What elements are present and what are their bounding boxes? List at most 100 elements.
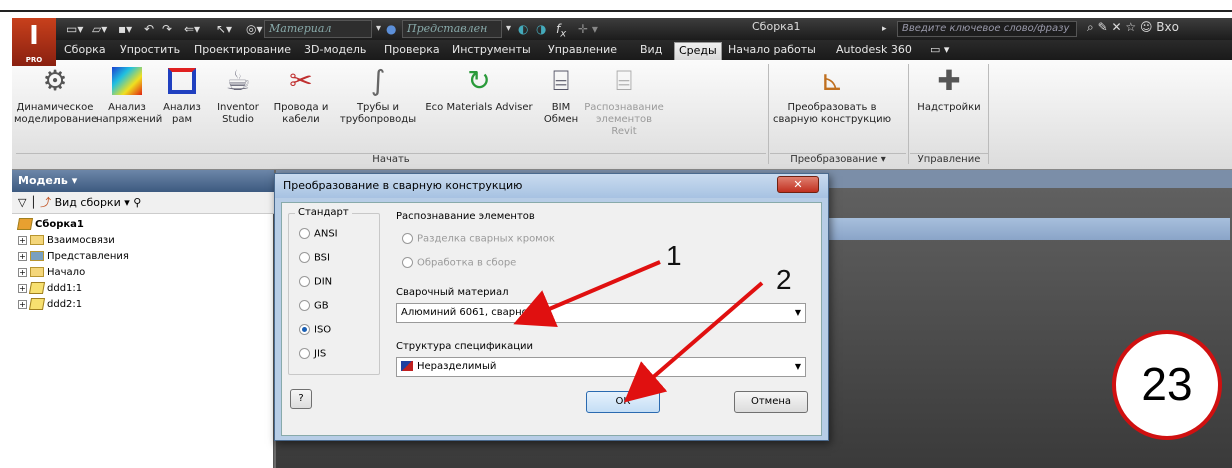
- weld-material-value: Алюминий 6061, сварной: [401, 307, 535, 318]
- eco-materials-button[interactable]: ↻ Eco Materials Adviser: [422, 64, 536, 144]
- subscription-icon[interactable]: ✎: [1098, 20, 1108, 34]
- expand-icon[interactable]: +: [18, 267, 27, 277]
- step-badge: 23: [1112, 330, 1222, 440]
- expand-icon[interactable]: +: [18, 235, 27, 245]
- help-button[interactable]: ?: [290, 389, 312, 409]
- panel-separator: [768, 64, 769, 164]
- tab-tools[interactable]: Инструменты: [448, 42, 535, 60]
- revit-recognition-button[interactable]: ⌸ Распознавание элементов Revit: [584, 64, 664, 144]
- ribbon-panel: ⚙ Динамическое моделирование Анализ напр…: [12, 60, 1232, 170]
- appearance-field[interactable]: Представлен: [402, 20, 502, 38]
- close-icon: ✕: [793, 178, 803, 191]
- cancel-button[interactable]: Отмена: [734, 391, 808, 413]
- radio-ansi[interactable]: ANSI: [299, 228, 338, 240]
- signin-label[interactable]: Вхо: [1156, 20, 1179, 34]
- tab-get-started[interactable]: Начало работы: [724, 42, 820, 60]
- exchange-icon[interactable]: ✕: [1111, 20, 1121, 34]
- browser-header[interactable]: Модель ▾: [12, 170, 274, 192]
- open-icon[interactable]: ▱▾: [92, 21, 107, 37]
- tab-manage[interactable]: Управление: [544, 42, 621, 60]
- radio-edge-prep[interactable]: Разделка сварных кромок: [402, 233, 555, 245]
- material-field[interactable]: Материал: [264, 20, 372, 38]
- undo-icon[interactable]: ↶: [144, 21, 154, 37]
- fx-icon[interactable]: fx: [556, 21, 566, 39]
- appearance-dropdown-icon[interactable]: ▾: [506, 21, 511, 37]
- save-icon[interactable]: ▪▾: [118, 21, 132, 37]
- label-line1: BIM: [551, 102, 571, 113]
- redo-icon[interactable]: ↷: [162, 21, 172, 37]
- expand-icon[interactable]: +: [18, 283, 27, 293]
- material-dropdown-icon[interactable]: ▾: [376, 21, 381, 37]
- convert-to-weldment-button[interactable]: ⊾ Преобразовать в сварную конструкцию: [770, 64, 894, 144]
- weld-material-label: Сварочный материал: [396, 287, 509, 298]
- assembly-icon: [16, 218, 34, 230]
- radio-iso[interactable]: ISO: [299, 324, 331, 336]
- binoculars-icon[interactable]: ⌕: [1087, 20, 1094, 34]
- label-line2: трубопроводы: [339, 114, 417, 125]
- select-icon[interactable]: ↖▾: [216, 21, 232, 37]
- view-selector[interactable]: Вид сборки: [55, 196, 121, 209]
- search-input[interactable]: Введите ключевое слово/фразу: [897, 21, 1077, 37]
- teapot-icon: ☕: [225, 64, 251, 97]
- tab-design[interactable]: Проектирование: [190, 42, 295, 60]
- new-icon[interactable]: ▭▾: [66, 21, 83, 37]
- tab-inspect[interactable]: Проверка: [380, 42, 444, 60]
- tab-autodesk-360[interactable]: Autodesk 360: [832, 42, 916, 60]
- radio-dot: [299, 228, 310, 239]
- ok-button[interactable]: ОК: [586, 391, 660, 413]
- tree-item[interactable]: + ddd1:1: [18, 282, 82, 296]
- tab-view[interactable]: Вид: [636, 42, 666, 60]
- panel-label-manage[interactable]: Управление: [910, 153, 988, 167]
- radio-label: BSI: [314, 252, 330, 264]
- return-icon[interactable]: ⇐▾: [184, 21, 200, 37]
- adjust-icon[interactable]: ◐: [518, 21, 528, 37]
- radio-din[interactable]: DIN: [299, 276, 332, 288]
- document-title: Сборка1: [752, 20, 801, 33]
- close-button[interactable]: ✕: [777, 176, 819, 193]
- bom-structure-select[interactable]: Неразделимый ▼: [396, 357, 806, 377]
- cable-harness-button[interactable]: ✂ Провода и кабели: [270, 64, 332, 144]
- clear-icon[interactable]: ◑: [536, 21, 546, 37]
- filter-icon[interactable]: ▽: [18, 196, 26, 209]
- folder-icon: [30, 267, 44, 277]
- help-icon: ?: [298, 393, 304, 404]
- plus-icon[interactable]: ✛ ▾: [578, 21, 598, 37]
- panel-label-start[interactable]: Начать: [16, 153, 766, 167]
- stress-analysis-button[interactable]: Анализ напряжений: [96, 64, 162, 144]
- tab-environments[interactable]: Среды: [674, 42, 722, 60]
- tab-assemble[interactable]: Сборка: [60, 42, 110, 60]
- panel-label-convert[interactable]: Преобразование ▾: [770, 153, 906, 167]
- expand-icon[interactable]: +: [18, 299, 27, 309]
- tree-item[interactable]: + Начало: [18, 266, 85, 280]
- chevron-down-icon[interactable]: ▾: [124, 196, 130, 209]
- frame-analysis-button[interactable]: Анализ рам: [158, 64, 206, 144]
- tab-3d-model[interactable]: 3D-модель: [300, 42, 370, 60]
- weld-material-select[interactable]: Алюминий 6061, сварной ▼: [396, 303, 806, 323]
- expand-icon[interactable]: +: [18, 251, 27, 261]
- inventor-logo[interactable]: I PRO: [12, 18, 56, 66]
- tree-item[interactable]: + ddd2:1: [18, 298, 82, 312]
- radio-gb[interactable]: GB: [299, 300, 329, 312]
- update-icon[interactable]: ◎▾: [246, 21, 263, 37]
- user-icon[interactable]: ☺: [1140, 20, 1153, 34]
- dynamic-simulation-button[interactable]: ⚙ Динамическое моделирование: [14, 64, 97, 144]
- addins-button[interactable]: ✚ Надстройки: [910, 64, 988, 144]
- radio-dot: [299, 276, 310, 287]
- tube-pipe-button[interactable]: ∫ Трубы и трубопроводы: [334, 64, 422, 144]
- radio-dot: [299, 348, 310, 359]
- find-icon[interactable]: ⚲: [133, 196, 141, 209]
- tab-simplify[interactable]: Упростить: [116, 42, 184, 60]
- radio-bsi[interactable]: BSI: [299, 252, 330, 264]
- radio-jis[interactable]: JIS: [299, 348, 326, 360]
- radio-label: ISO: [314, 324, 332, 336]
- tree-item[interactable]: + Взаимосвязи: [18, 234, 115, 248]
- radio-label: Обработка в сборе: [417, 257, 517, 269]
- radio-assembly-machining[interactable]: Обработка в сборе: [402, 257, 516, 269]
- tree-item[interactable]: + Представления: [18, 250, 129, 264]
- star-icon[interactable]: ☆: [1125, 20, 1136, 34]
- panel-toggle-icon[interactable]: ▭ ▾: [926, 42, 953, 60]
- tree-label: Взаимосвязи: [47, 235, 115, 246]
- tree-root[interactable]: Сборка1: [16, 218, 84, 232]
- inventor-studio-button[interactable]: ☕ Inventor Studio: [210, 64, 266, 144]
- bim-exchange-button[interactable]: ⌸ BIM Обмен: [538, 64, 584, 144]
